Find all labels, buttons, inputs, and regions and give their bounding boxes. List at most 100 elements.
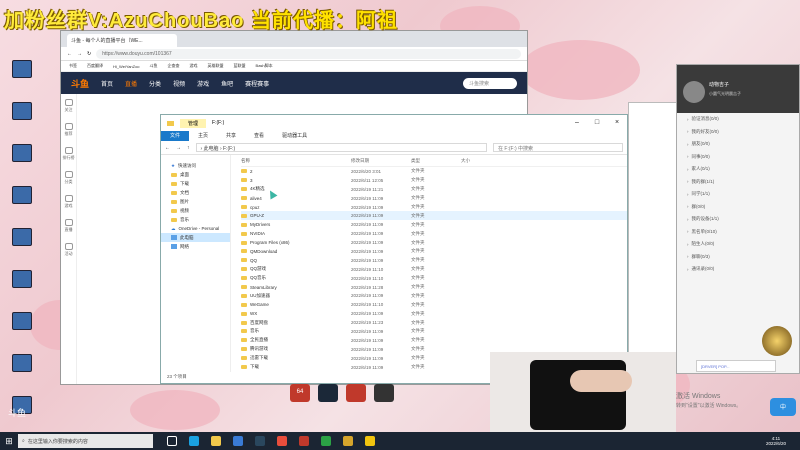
- ribbon-tab[interactable]: 主页: [189, 131, 217, 141]
- nav-item[interactable]: 此电脑: [161, 233, 230, 242]
- epic-icon[interactable]: [374, 384, 394, 402]
- app-icon[interactable]: [365, 436, 375, 446]
- bookmark-item[interactable]: 蓝联盟: [234, 63, 246, 69]
- douyu-search-input[interactable]: 斗鱼搜索: [463, 77, 517, 89]
- douyu-nav-item[interactable]: 赛程赛事: [245, 79, 269, 88]
- file-row[interactable]: UU加速器 2022/6/19 11:09 文件夹: [241, 291, 627, 300]
- file-row[interactable]: QQ游戏 2022/6/19 11:10 文件夹: [241, 265, 627, 274]
- contact-group[interactable]: › 同学(1/1): [677, 188, 799, 201]
- avatar[interactable]: [683, 81, 705, 103]
- ribbon-tab[interactable]: 共享: [217, 131, 245, 141]
- file-row[interactable]: SteamLibrary 2022/6/19 11:28 文件夹: [241, 283, 627, 292]
- douyu-nav-item[interactable]: 分类: [149, 79, 161, 88]
- douyu-nav-item[interactable]: 直播: [125, 79, 137, 88]
- column-name[interactable]: 名称: [241, 158, 351, 164]
- column-type[interactable]: 类型: [411, 158, 461, 164]
- system-clock[interactable]: 4:11 2022/6/20: [766, 436, 800, 446]
- contact-group[interactable]: › 同事(0/0): [677, 151, 799, 164]
- nav-item[interactable]: ☁ OneDrive - Personal: [161, 224, 230, 233]
- message-bar[interactable]: [DRVER] POP...: [696, 360, 776, 372]
- contact-group[interactable]: › 家人(0/1): [677, 163, 799, 176]
- douyu-logo[interactable]: 斗鱼: [71, 77, 89, 90]
- file-row[interactable]: NVIDIA 2022/6/19 11:09 文件夹: [241, 229, 627, 238]
- rail-item[interactable]: 推荐: [61, 118, 76, 142]
- column-date[interactable]: 修改日期: [351, 158, 411, 164]
- column-size[interactable]: 大小: [461, 158, 501, 164]
- forward-icon[interactable]: →: [77, 51, 82, 57]
- nav-item[interactable]: 下载: [161, 179, 230, 188]
- file-row[interactable]: 3 2022/6/11 12:05 文件夹: [241, 176, 627, 185]
- file-row[interactable]: Program Files (x86) 2022/6/19 11:09 文件夹: [241, 238, 627, 247]
- ribbon-tab[interactable]: 文件: [161, 131, 190, 141]
- nav-item[interactable]: 文档: [161, 188, 230, 197]
- file-row[interactable]: GPU-Z 2022/6/19 11:09 文件夹: [241, 211, 627, 221]
- rail-item[interactable]: 游戏: [61, 190, 76, 214]
- contact-group[interactable]: › 验证消息(0/0): [677, 113, 799, 126]
- edge-icon[interactable]: [189, 436, 199, 446]
- file-row[interactable]: WeGame 2022/6/19 11:10 文件夹: [241, 300, 627, 309]
- contact-group[interactable]: › 通讯录(0/0): [677, 263, 799, 276]
- rail-item[interactable]: 关注: [61, 94, 76, 118]
- desktop-icon[interactable]: [0, 354, 44, 396]
- contact-group[interactable]: › 黑名单(0/10): [677, 226, 799, 239]
- wechat-icon[interactable]: [321, 436, 331, 446]
- back-icon[interactable]: ←: [165, 145, 170, 151]
- contact-group[interactable]: › 我的好友(0/0): [677, 126, 799, 139]
- rail-item[interactable]: 活动: [61, 238, 76, 262]
- contact-group[interactable]: › 群(0/0): [677, 201, 799, 214]
- url-input[interactable]: https://www.douyu.com/101367: [96, 48, 521, 59]
- file-row[interactable]: 音乐 2022/6/19 11:09 文件夹: [241, 327, 627, 336]
- browser-tab[interactable]: 斗鱼 - 每个人的直播平台（WE...: [67, 34, 177, 47]
- bookmark-item[interactable]: Bash脚本: [256, 63, 273, 69]
- ribbon-tab[interactable]: 驱动器工具: [273, 131, 316, 141]
- nav-item[interactable]: 图片: [161, 197, 230, 206]
- desktop-icon[interactable]: [0, 312, 44, 354]
- desktop-icon[interactable]: [0, 60, 44, 102]
- up-icon[interactable]: ↑: [187, 145, 190, 151]
- ribbon-tab[interactable]: 查看: [245, 131, 273, 141]
- contact-group[interactable]: › 我的设备(1/1): [677, 213, 799, 226]
- file-row[interactable]: WX 2022/6/19 11:09 文件夹: [241, 309, 627, 318]
- file-row[interactable]: 2 2022/6/20 3:01 文件夹: [241, 167, 627, 176]
- app-icon[interactable]: [277, 436, 287, 446]
- address-input[interactable]: › 此电脑 › F:(F:): [195, 143, 487, 152]
- file-row[interactable]: 百度网盘 2022/6/19 11:23 文件夹: [241, 318, 627, 327]
- nav-item[interactable]: 网络: [161, 242, 230, 251]
- steam-icon[interactable]: [318, 384, 338, 402]
- file-row[interactable]: 4K精选 2022/6/19 11:21 文件夹: [241, 185, 627, 194]
- bookmark-item[interactable]: 企查查: [168, 63, 180, 69]
- bookmark-item[interactable]: 英雄联盟: [208, 63, 224, 69]
- douyu-nav-item[interactable]: 鱼吧: [221, 79, 233, 88]
- qq-float-icon[interactable]: 中: [770, 398, 796, 416]
- taskbar-search[interactable]: ⌕ 在这里输入你要搜索的内容: [18, 434, 153, 448]
- reload-icon[interactable]: ↻: [87, 51, 91, 57]
- explorer-search-input[interactable]: 在 F:(F:) 中搜索: [493, 143, 623, 152]
- desktop-icon[interactable]: [0, 228, 44, 270]
- contact-group[interactable]: › 群聊(0/3): [677, 251, 799, 264]
- desktop-icon[interactable]: [0, 144, 44, 186]
- store-icon[interactable]: [233, 436, 243, 446]
- bookmark-item[interactable]: Hi_WeiYanZoo: [113, 64, 140, 69]
- nav-item[interactable]: 视频: [161, 206, 230, 215]
- close-icon[interactable]: ×: [607, 115, 627, 129]
- nav-item[interactable]: 桌面: [161, 170, 230, 179]
- minimize-icon[interactable]: –: [567, 115, 587, 129]
- douyu-nav-item[interactable]: 首页: [101, 79, 113, 88]
- file-row[interactable]: alive4 2022/6/19 11:09 文件夹: [241, 194, 627, 203]
- desktop-icon[interactable]: [0, 186, 44, 228]
- contact-group[interactable]: › 我的群(1/1): [677, 176, 799, 189]
- rail-item[interactable]: 分类: [61, 166, 76, 190]
- rail-item[interactable]: 直播: [61, 214, 76, 238]
- file-row[interactable]: QQ音乐 2022/6/19 11:10 文件夹: [241, 274, 627, 283]
- file-explorer-icon[interactable]: [211, 436, 221, 446]
- bookmark-item[interactable]: 斗鱼: [150, 63, 158, 69]
- douyu-nav-item[interactable]: 视频: [173, 79, 185, 88]
- file-row[interactable]: QMDownload 2022/6/19 11:09 文件夹: [241, 247, 627, 256]
- bookmark-item[interactable]: 书签: [69, 63, 77, 69]
- bookmark-item[interactable]: 游戏: [190, 63, 198, 69]
- desktop-icon[interactable]: [0, 102, 44, 144]
- rail-item[interactable]: 排行榜: [61, 142, 76, 166]
- file-row[interactable]: cpuz 2022/6/19 11:09 文件夹: [241, 203, 627, 212]
- task-view-icon[interactable]: [167, 436, 177, 446]
- contact-group[interactable]: › 陌生人(0/0): [677, 238, 799, 251]
